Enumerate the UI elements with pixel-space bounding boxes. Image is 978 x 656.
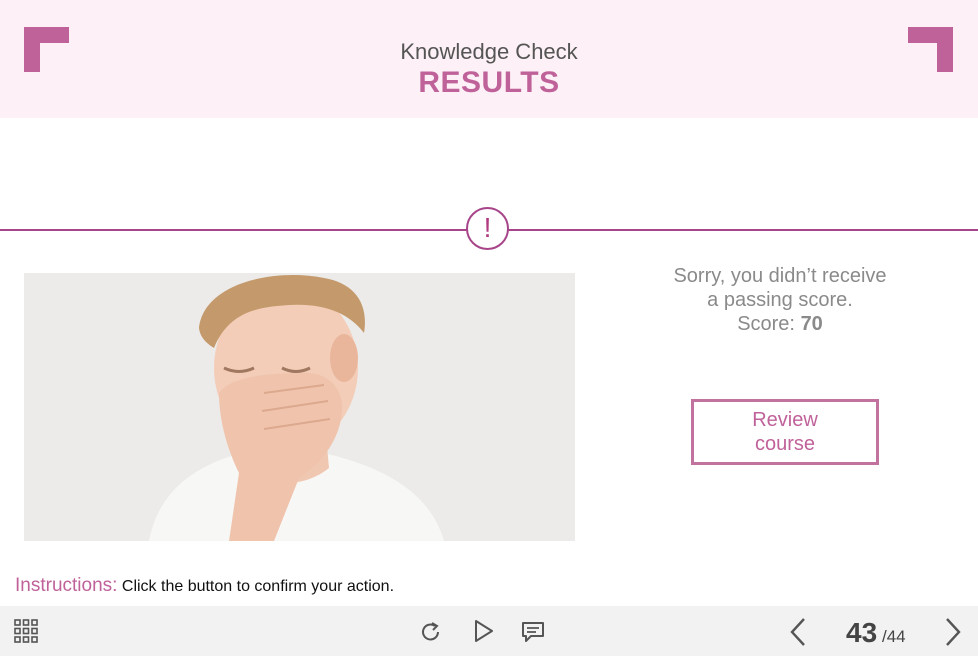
previous-icon[interactable] — [789, 617, 807, 647]
result-photo — [24, 273, 575, 541]
score-label: Score: — [737, 313, 795, 335]
score-value: 70 — [800, 313, 823, 335]
menu-grid-icon[interactable] — [14, 619, 38, 643]
header-subtitle: Knowledge Check — [400, 39, 578, 64]
result-line-1: Sorry, you didn’t receive — [673, 265, 887, 287]
result-message: Sorry, you didn’t receive a passing scor… — [630, 264, 930, 336]
next-icon[interactable] — [944, 617, 962, 647]
play-icon[interactable] — [473, 619, 495, 643]
review-course-button[interactable]: Review course — [691, 399, 879, 465]
review-button-line-1: Review — [752, 409, 818, 431]
player-toolbar — [0, 606, 978, 656]
instructions: Instructions: Click the button to confir… — [15, 575, 394, 597]
page-total: /44 — [882, 627, 906, 646]
replay-icon[interactable] — [419, 620, 443, 644]
instructions-text: Click the button to confirm your action. — [121, 578, 395, 595]
page-current: 43 — [846, 617, 878, 648]
transcript-icon[interactable] — [521, 621, 545, 643]
alert-symbol: ! — [483, 212, 492, 243]
page-title: RESULTS — [418, 66, 560, 99]
result-line-2: a passing score. — [707, 289, 853, 311]
instructions-label: Instructions: — [15, 575, 118, 596]
alert-icon: ! — [466, 207, 509, 250]
score-line: Score: 70 — [630, 312, 930, 336]
header-bar: Knowledge Check RESULTS — [0, 0, 978, 118]
review-button-line-2: course — [754, 433, 816, 455]
person-facepalm-illustration — [24, 273, 575, 541]
